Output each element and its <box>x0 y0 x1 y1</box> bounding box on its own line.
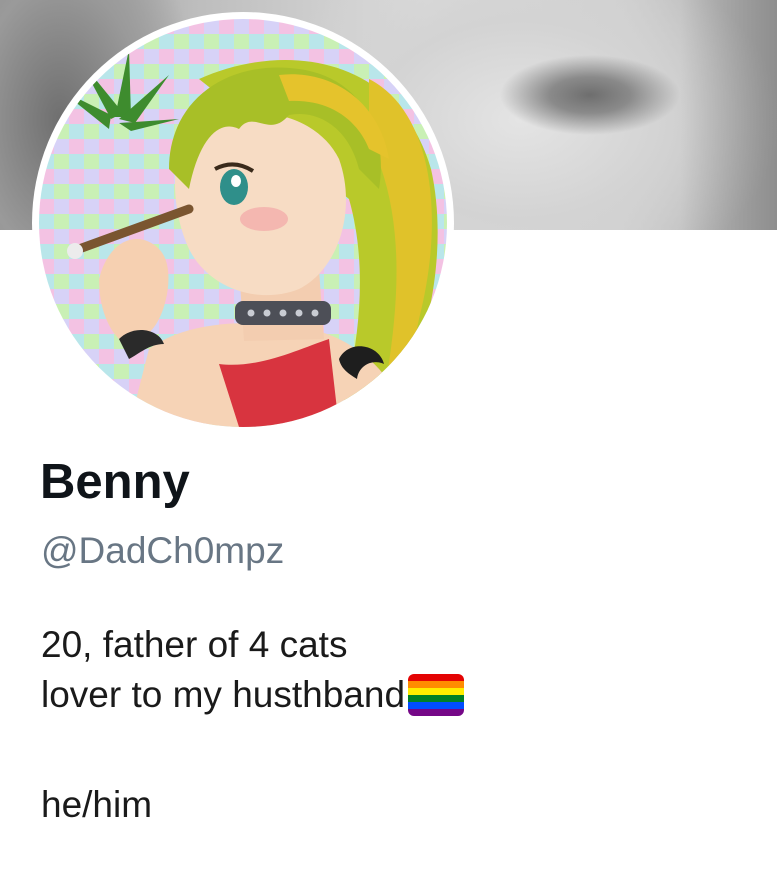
profile-bio: 20, father of 4 cats lover to my husthba… <box>41 620 465 830</box>
bio-line-3: he/him <box>41 780 464 830</box>
bio-line-1: 20, father of 4 cats <box>41 620 464 670</box>
avatar-image <box>39 19 447 427</box>
bio-text-2: lover to my husthband <box>41 674 406 715</box>
pride-flag-icon <box>408 674 465 716</box>
bio-line-2: lover to my husthband <box>41 670 465 720</box>
bio-spacer <box>41 720 464 780</box>
banner-shade <box>680 0 777 230</box>
profile-handle: @DadCh0mpz <box>41 530 285 571</box>
display-name: Benny <box>40 455 190 509</box>
avatar-illustration <box>39 19 447 427</box>
profile-card: Benny @DadCh0mpz 20, father of 4 cats lo… <box>0 0 777 895</box>
bio-text-1: 20, father of 4 cats <box>41 624 348 665</box>
bio-pronouns: he/him <box>41 784 153 825</box>
profile-avatar[interactable] <box>32 12 454 434</box>
